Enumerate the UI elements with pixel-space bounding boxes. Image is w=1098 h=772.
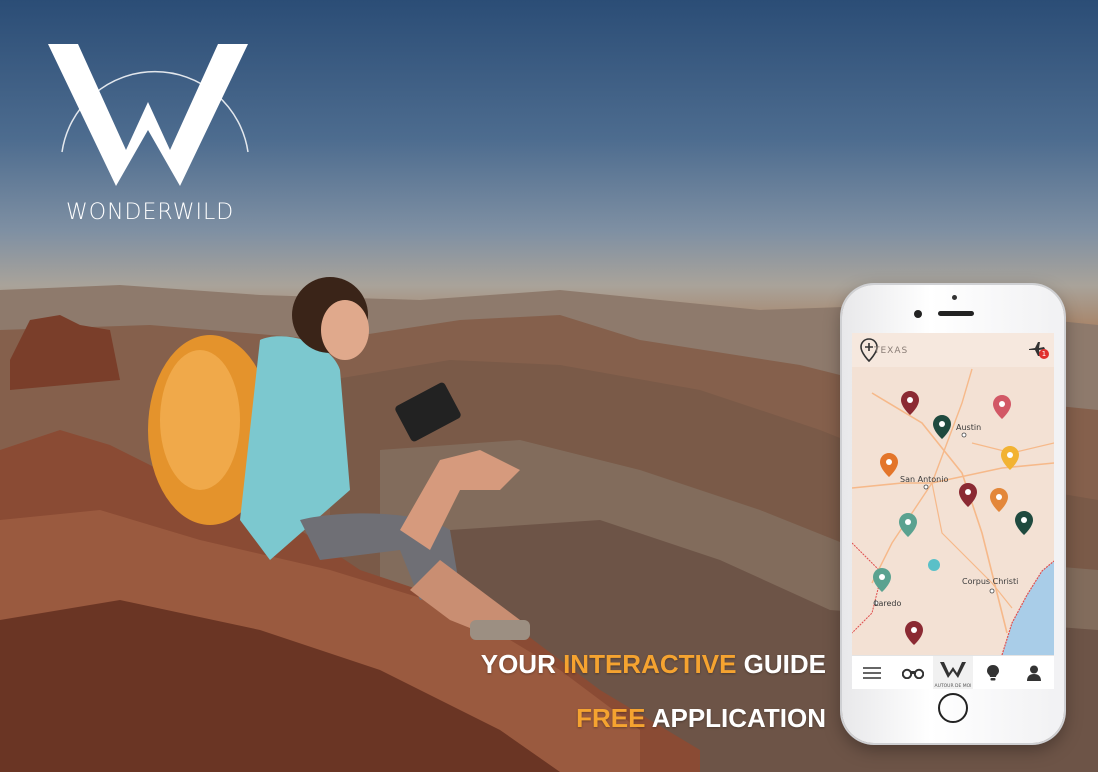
tab-around-me[interactable]: AUTOUR DE MOI: [932, 656, 974, 689]
hiker-illustration: [148, 277, 530, 640]
phone-speaker: [938, 311, 974, 316]
tab-explore[interactable]: [892, 656, 932, 689]
tagline-interactive-guide: YOUR INTERACTIVE GUIDE: [481, 649, 826, 680]
menu-icon: [863, 667, 882, 679]
binoculars-icon: [901, 668, 924, 679]
city-label-corpus-christi: Corpus Christi: [962, 577, 1019, 586]
tagline-free-application: FREE APPLICATION: [576, 703, 826, 734]
hero-background: WONDERWILD YOUR INTERACTIVE GUIDE FREE A…: [0, 0, 1098, 772]
lightbulb-icon: [987, 665, 1000, 681]
phone-home-button: [938, 693, 968, 723]
notification-badge: 1: [1039, 349, 1049, 359]
phone-sensor: [952, 295, 957, 300]
phone-camera: [914, 310, 922, 318]
city-label-austin: Austin: [956, 423, 982, 432]
phone-mockup: Austin San Antonio Corpus Christi Laredo…: [842, 285, 1064, 743]
tagline2-part: APPLICATION: [645, 703, 826, 733]
tab-menu[interactable]: [852, 656, 892, 689]
city-label-laredo: Laredo: [874, 599, 902, 608]
app-tab-bar: AUTOUR DE MOI: [852, 655, 1054, 689]
tab-profile[interactable]: [1014, 656, 1054, 689]
user-icon: [1026, 665, 1041, 681]
tagline1-accent: INTERACTIVE: [563, 649, 737, 679]
wonderwild-logo-icon: [940, 662, 967, 678]
current-location-dot: [928, 559, 940, 571]
brand-name: WONDERWILD: [66, 200, 235, 225]
city-label-san-antonio: San Antonio: [900, 475, 949, 484]
tagline1-part1: YOUR: [480, 649, 564, 679]
tab-around-me-label: AUTOUR DE MOI: [934, 684, 972, 689]
app-screen: Austin San Antonio Corpus Christi Laredo…: [852, 333, 1054, 689]
tagline1-part2: GUIDE: [736, 649, 826, 679]
tagline2-accent: FREE: [576, 703, 646, 733]
location-label: TEXAS: [874, 346, 909, 356]
app-header: TEXAS 1: [852, 333, 1054, 367]
tab-tips[interactable]: [973, 656, 1013, 689]
